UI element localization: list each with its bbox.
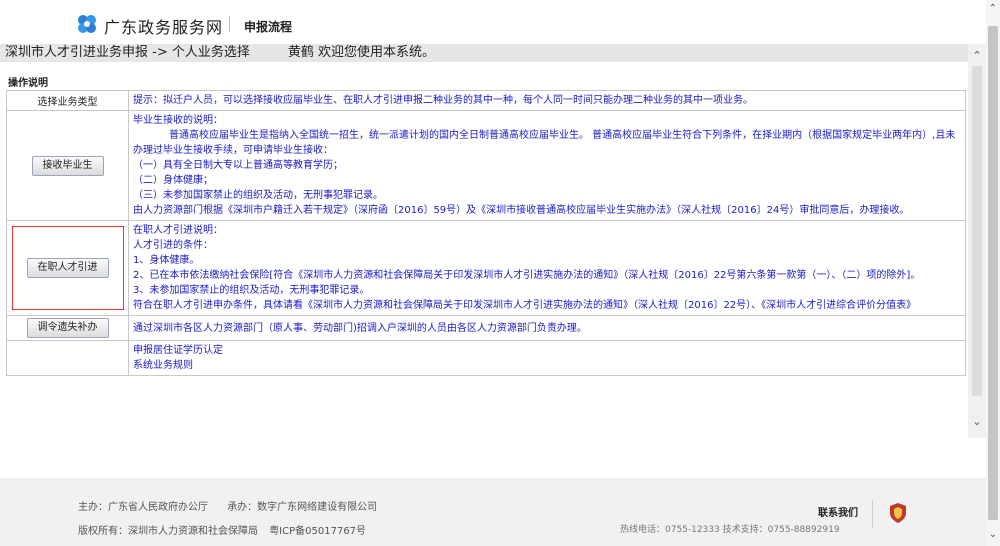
business-type-table: 选择业务类型 提示：拟迁户人员，可以选择接收应届毕业生、在职人才引进申报二种业务… [6,90,966,376]
footer-sponsor: 主办：广东省人民政府办公厅 [78,502,208,513]
site-name[interactable]: 广东政务服务网 [104,14,223,38]
ops-title: 操作说明 [8,78,48,89]
table-row: 在职人才引进 在职人才引进说明： 人才引进的条件： 1、身体健康。 2、已在本市… [6,220,966,316]
page-scroll-down-icon[interactable]: ⌄ [986,528,1000,542]
scroll-down-icon[interactable]: ⌄ [968,414,986,430]
contact-us-title: 联系我们 [818,508,858,519]
desc-line: （三）未参加国家禁止的组织及活动，无刑事犯罪记录。 [133,190,383,201]
desc-line: （一）具有全日制大专以上普通高等教育学历； [133,160,343,171]
row-description: 在职人才引进说明： 人才引进的条件： 1、身体健康。 2、已在本市依法缴纳社会保… [128,220,966,316]
inner-scrollbar[interactable]: ⌃ ⌄ [968,44,986,438]
row-action: 调令遗失补办 [6,315,129,341]
content-frame: 深圳市人才引进业务申报 -> 个人业务选择 黄鹤 欢迎您使用本系统。 操作说明 选… [0,44,986,438]
row-description: 申报居住证学历认定 系统业务规则 [128,340,966,376]
desc-line: 在职人才引进说明： [133,225,223,236]
welcome-text: 黄鹤 欢迎您使用本系统。 [287,45,435,60]
row-action [6,340,129,376]
desc-line: 人才引进的条件： [133,240,213,251]
row-description: 毕业生接收的说明： 普通高校应届毕业生是指纳入全国统一招生，统一派遣计划的国内全… [128,110,966,221]
desc-line: 符合在职人才引进申办条件，具体请看《深圳市人力资源和社会保障局关于印发深圳市人才… [133,300,917,311]
page-scroll-up-icon[interactable]: ⌃ [986,2,1000,16]
top-header: 广东政务服务网 申报流程 [0,0,986,44]
transfer-order-reissue-button[interactable]: 调令遗失补办 [26,318,109,338]
row-label: 选择业务类型 [6,90,129,111]
desc-line: 3、未参加国家禁止的组织及活动，无刑事犯罪记录。 [133,285,370,296]
table-row: 选择业务类型 提示：拟迁户人员，可以选择接收应届毕业生、在职人才引进申报二种业务… [6,90,966,111]
guangdong-logo-icon [78,15,96,33]
residence-permit-link[interactable]: 申报居住证学历认定 [133,343,961,358]
scroll-up-icon[interactable]: ⌃ [968,48,986,64]
page-scrollbar[interactable]: ⌃ ⌄ [986,0,1000,546]
page-scroll-thumb[interactable] [988,26,998,520]
desc-line: 2、已在本市依法缴纳社会保险[符合《深圳市人力资源和社会保障局关于印发深圳市人才… [133,270,921,281]
footer-copyright-line: 版权所有：深圳市人力资源和社会保障局 粤ICP备05017767号 [78,522,366,537]
row-action: 接收毕业生 [6,110,129,221]
breadcrumb: 深圳市人才引进业务申报 -> 个人业务选择 黄鹤 欢迎您使用本系统。 [0,44,986,62]
footer-undertaker: 承办：数字广东网络建设有限公司 [227,502,378,513]
highlight-box: 在职人才引进 [11,226,124,310]
business-rules-link[interactable]: 系统业务规则 [133,358,961,373]
desc-line: 普通高校应届毕业生是指纳入全国统一招生，统一派遣计划的国内全日制普通高校应届毕业… [133,130,956,156]
desc-line: 毕业生接收的说明： [133,115,223,126]
footer-sponsor-line: 主办：广东省人民政府办公厅 承办：数字广东网络建设有限公司 [78,498,377,513]
inner-scroll-thumb[interactable] [972,66,982,396]
header-divider [229,16,230,32]
breadcrumb-path: 深圳市人才引进业务申报 -> 个人业务选择 [5,45,250,60]
footer-icp[interactable]: 粤ICP备05017767号 [269,526,366,537]
footer: 主办：广东省人民政府办公厅 承办：数字广东网络建设有限公司 版权所有：深圳市人力… [0,478,986,546]
footer-divider [872,500,873,528]
row-description: 提示：拟迁户人员，可以选择接收应届毕业生、在职人才引进申报二种业务的其中一种，每… [128,90,966,111]
table-row: 调令遗失补办 通过深圳市各区人力资源部门（原人事、劳动部门)招调入户深圳的人员由… [6,315,966,341]
receive-graduate-button[interactable]: 接收毕业生 [31,155,104,176]
table-row: 申报居住证学历认定 系统业务规则 [6,340,966,376]
desc-line: 通过深圳市各区人力资源部门（原人事、劳动部门)招调入户深圳的人员由各区人力资源部… [133,322,587,334]
desc-line: 1、身体健康。 [133,255,200,266]
in-service-talent-button[interactable]: 在职人才引进 [26,258,109,278]
gov-badge-icon[interactable] [888,502,908,524]
footer-copyright: 版权所有：深圳市人力资源和社会保障局 [78,526,258,537]
row-action: 在职人才引进 [6,220,129,316]
tip-text: 提示：拟迁户人员，可以选择接收应届毕业生、在职人才引进申报二种业务的其中一种，每… [133,95,753,106]
row-description: 通过深圳市各区人力资源部门（原人事、劳动部门)招调入户深圳的人员由各区人力资源部… [128,315,966,341]
desc-line: （二）身体健康； [133,175,213,186]
hotline-text: 热线电话：0755-12333 技术支持：0755-88892919 [620,525,840,535]
desc-line: 由人力资源部门根据《深圳市户籍迁入若干规定》（深府函〔2016〕59号）及《深圳… [133,205,910,216]
table-row: 接收毕业生 毕业生接收的说明： 普通高校应届毕业生是指纳入全国统一招生，统一派遣… [6,110,966,221]
section-title: 申报流程 [244,20,293,34]
